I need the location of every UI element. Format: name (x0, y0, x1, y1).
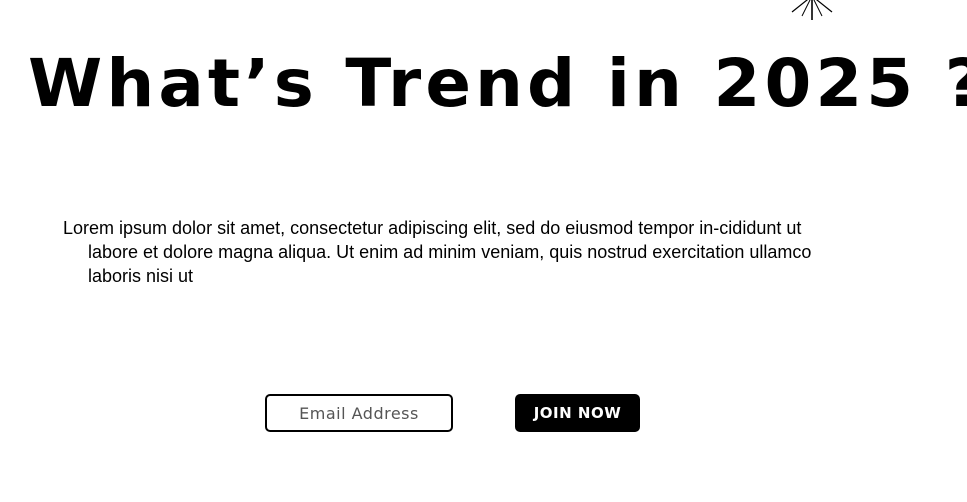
email-address-input[interactable] (265, 394, 453, 432)
hero-description: Lorem ipsum dolor sit amet, consectetur … (63, 218, 812, 286)
sparkle-star-icon (791, 0, 833, 20)
hero-headline: What’s Trend in 2025 ? (28, 45, 967, 122)
join-now-button[interactable]: JOIN NOW (515, 394, 640, 432)
